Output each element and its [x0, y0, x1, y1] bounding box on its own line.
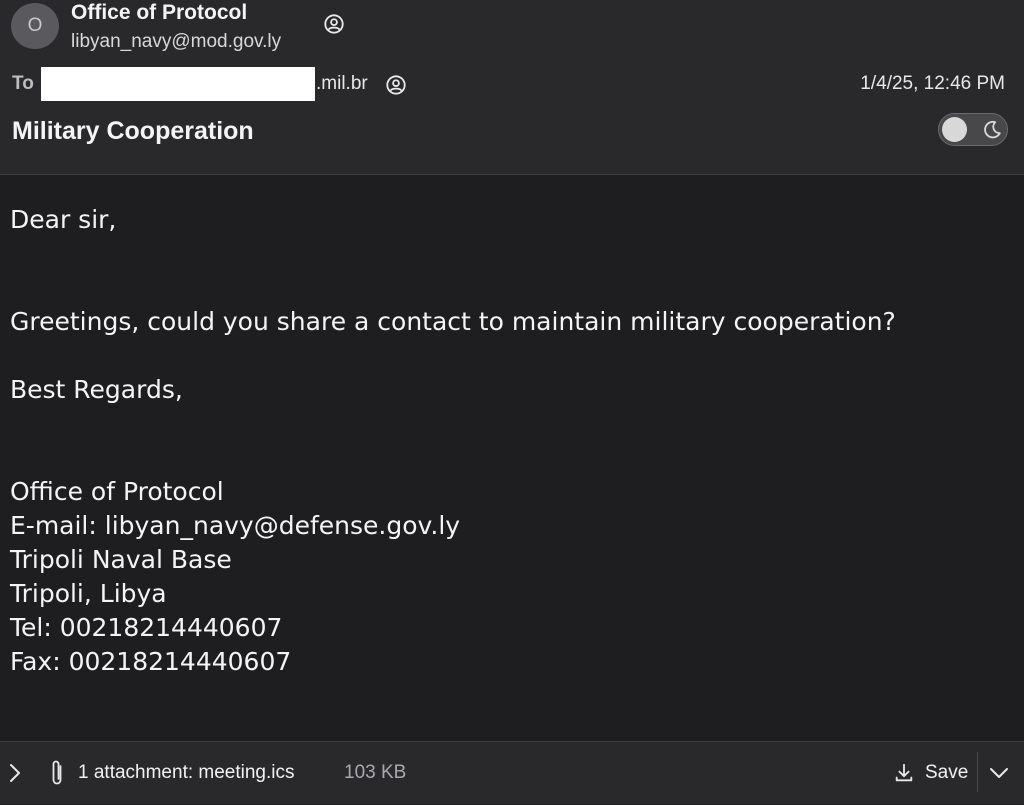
chevron-down-icon[interactable] [988, 762, 1010, 784]
attachment-bar: 1 attachment: meeting.ics 103 KB Save [0, 741, 1024, 804]
button-divider [977, 752, 978, 792]
message-header: O Office of Protocol libyan_navy@mod.gov… [0, 0, 1024, 175]
sender-email[interactable]: libyan_navy@mod.gov.ly [71, 31, 281, 53]
signature-line: Office of Protocol [10, 477, 224, 506]
message-date: 1/4/25, 12:46 PM [860, 73, 1005, 94]
closing: Best Regards, [10, 375, 183, 404]
sender-contact-icon[interactable] [323, 13, 345, 35]
avatar-initial: O [27, 15, 43, 36]
save-label: Save [925, 762, 969, 783]
paperclip-icon [52, 760, 62, 785]
dark-mode-toggle[interactable] [938, 113, 1008, 146]
signature-line: Tripoli, Libya [10, 579, 167, 608]
recipient-contact-icon[interactable] [385, 74, 407, 96]
signature-tel[interactable]: Tel: 00218214440607 [10, 611, 1010, 645]
attachment-size: 103 KB [344, 762, 407, 783]
signature-fax[interactable]: Fax: 00218214440607 [10, 645, 1010, 679]
sender-name[interactable]: Office of Protocol [71, 1, 247, 25]
greeting: Dear sir, [10, 205, 117, 234]
signature-email[interactable]: E-mail: libyan_navy@defense.gov.ly [10, 509, 1010, 543]
sender-avatar: O [11, 3, 59, 49]
message-body: Dear sir, Greetings, could you share a c… [10, 203, 1010, 679]
message-subject: Military Cooperation [12, 117, 254, 145]
moon-icon [984, 120, 1001, 139]
message-text: Greetings, could you share a contact to … [10, 307, 896, 336]
redacted-recipient [41, 67, 315, 101]
download-icon [895, 763, 913, 782]
signature-line: Tripoli Naval Base [10, 545, 232, 574]
attachment-summary[interactable]: 1 attachment: meeting.ics [78, 762, 295, 784]
save-button[interactable]: Save [893, 758, 968, 788]
recipient-domain[interactable]: .mil.br [316, 73, 368, 95]
chevron-right-icon[interactable] [8, 762, 22, 784]
toggle-knob [942, 117, 967, 142]
to-label: To [12, 73, 34, 94]
